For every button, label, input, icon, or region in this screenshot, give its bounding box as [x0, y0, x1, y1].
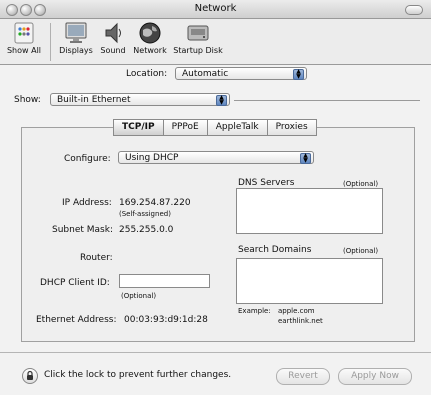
- location-value: Automatic: [182, 69, 229, 79]
- toolbar-sound[interactable]: Sound: [99, 21, 127, 55]
- tab-proxies[interactable]: Proxies: [266, 119, 317, 136]
- lock-message: Click the lock to prevent further change…: [44, 370, 232, 380]
- dhcp-client-id-input[interactable]: [119, 274, 210, 288]
- show-value: Built-in Ethernet: [57, 95, 131, 105]
- example-line-2: earthlink.net: [278, 317, 323, 325]
- dns-servers-label: DNS Servers: [238, 178, 295, 188]
- location-label: Location:: [126, 69, 168, 79]
- popup-arrows-icon: ▲ ▼: [300, 153, 311, 164]
- window-title: Network: [194, 3, 237, 14]
- tab-appletalk[interactable]: AppleTalk: [206, 119, 268, 136]
- divider-line: [234, 100, 420, 101]
- toolbar-network-label: Network: [133, 46, 167, 55]
- tab-pppoe[interactable]: PPPoE: [162, 119, 208, 136]
- toolbar-show-all[interactable]: Show All: [4, 21, 44, 55]
- show-all-icon: [11, 21, 37, 45]
- network-globe-icon: [137, 21, 163, 45]
- startup-disk-icon: [185, 21, 211, 45]
- toolbar-toggle-button[interactable]: [405, 5, 423, 15]
- search-domains-optional-label: (Optional): [343, 247, 379, 255]
- toolbar-show-all-label: Show All: [6, 46, 42, 55]
- configure-label: Configure:: [64, 154, 111, 164]
- toolbar-separator: [50, 23, 51, 61]
- dhcp-client-id-label: DHCP Client ID:: [40, 278, 110, 288]
- subnet-mask-value: 255.255.0.0: [119, 225, 174, 235]
- dns-optional-label: (Optional): [343, 180, 379, 188]
- configure-popup[interactable]: Using DHCP ▲ ▼: [118, 151, 314, 164]
- toolbar-startup-disk[interactable]: Startup Disk: [172, 21, 224, 55]
- router-label: Router:: [80, 253, 113, 263]
- apply-now-button[interactable]: Apply Now: [338, 368, 412, 385]
- ethernet-address-value: 00:03:93:d9:1d:28: [124, 315, 208, 325]
- configure-value: Using DHCP: [125, 153, 179, 163]
- dhcp-optional-label: (Optional): [121, 292, 157, 300]
- toolbar-displays-label: Displays: [59, 46, 93, 55]
- location-popup[interactable]: Automatic ▲ ▼: [175, 67, 307, 80]
- sound-icon: [100, 21, 126, 45]
- lock-icon: [27, 370, 33, 380]
- revert-button[interactable]: Revert: [276, 368, 330, 385]
- toolbar: Show All Displays Sound Network Startup …: [0, 19, 431, 65]
- search-domains-label: Search Domains: [238, 245, 312, 255]
- show-label: Show:: [14, 95, 41, 105]
- tab-bar: TCP/IP PPPoE AppleTalk Proxies: [113, 119, 317, 136]
- self-assigned-note: (Self-assigned): [119, 210, 171, 218]
- ethernet-address-label: Ethernet Address:: [36, 315, 117, 325]
- footer-divider: [0, 352, 431, 353]
- tab-tcp-ip[interactable]: TCP/IP: [113, 119, 164, 136]
- title-bar: Network: [0, 0, 431, 19]
- example-label: Example:: [238, 307, 271, 315]
- example-line-1: apple.com: [278, 307, 315, 315]
- toolbar-sound-label: Sound: [100, 46, 126, 55]
- tab-panel: Configure: Using DHCP ▲ ▼ DNS Servers (Op…: [21, 127, 415, 342]
- ip-address-label: IP Address:: [62, 198, 112, 208]
- lock-button[interactable]: [22, 368, 38, 384]
- popup-arrows-icon: ▲ ▼: [216, 95, 227, 106]
- popup-arrows-icon: ▲ ▼: [293, 69, 304, 80]
- toolbar-startup-disk-label: Startup Disk: [173, 46, 223, 55]
- show-popup[interactable]: Built-in Ethernet ▲ ▼: [50, 93, 230, 106]
- displays-icon: [63, 21, 89, 45]
- toolbar-network[interactable]: Network: [132, 21, 168, 55]
- toolbar-displays[interactable]: Displays: [58, 21, 94, 55]
- dns-servers-field[interactable]: [236, 188, 383, 234]
- ip-address-value: 169.254.87.220: [119, 198, 191, 208]
- search-domains-field[interactable]: [236, 258, 383, 304]
- subnet-mask-label: Subnet Mask:: [52, 225, 113, 235]
